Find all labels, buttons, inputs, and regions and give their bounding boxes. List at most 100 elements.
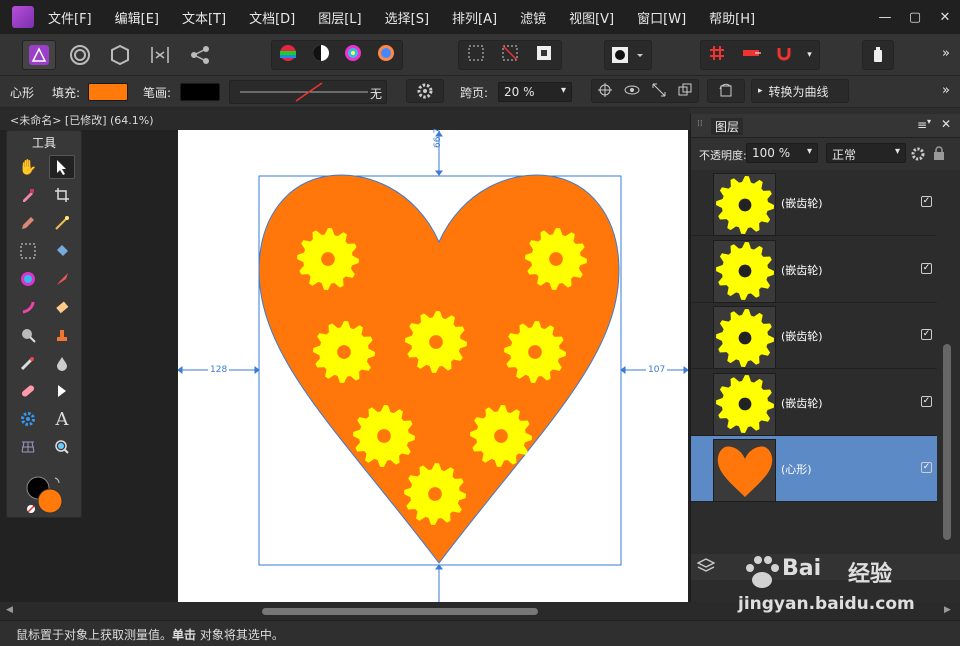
layer-row[interactable]: (嵌齿轮) ✓ <box>691 170 937 236</box>
menu-help[interactable]: 帮助[H] <box>709 8 755 27</box>
layer-row[interactable]: (心形) ✓ <box>691 436 937 502</box>
layer-visibility-checkbox[interactable]: ✓ <box>921 395 932 407</box>
fill-color-swatch[interactable] <box>88 83 128 101</box>
blend-mode-dropdown[interactable]: 正常 <box>826 143 906 163</box>
magic-wand-icon[interactable] <box>49 211 75 235</box>
gear-thumbnail-icon[interactable] <box>715 375 774 433</box>
crop-tool-icon[interactable] <box>49 183 75 207</box>
grid-icon[interactable] <box>708 44 726 66</box>
layer-visibility-checkbox[interactable]: ✓ <box>921 462 932 473</box>
brush-tool-icon[interactable] <box>49 267 75 291</box>
gear-shape-tool-icon[interactable] <box>15 407 41 431</box>
color-picker-tool-icon[interactable] <box>15 183 41 207</box>
lock-icon[interactable] <box>933 145 945 164</box>
gradient-tool-icon[interactable] <box>15 295 41 319</box>
layers-scrollbar[interactable] <box>943 344 951 540</box>
layer-visibility-checkbox[interactable]: ✓ <box>921 329 932 340</box>
color-wheel-icon[interactable] <box>344 44 362 66</box>
pen-tool-icon[interactable] <box>15 211 41 235</box>
align-icon[interactable] <box>741 44 761 66</box>
menu-select[interactable]: 选择[S] <box>385 8 429 27</box>
marquee-tool-icon[interactable] <box>15 239 41 263</box>
layer-row[interactable]: (嵌齿轮) ✓ <box>691 237 937 303</box>
maximize-icon[interactable]: ▢ <box>900 10 930 25</box>
opacity-dropdown[interactable]: 100 % <box>746 143 818 163</box>
transform-origin-icon[interactable] <box>535 44 553 66</box>
boolean-icon[interactable] <box>678 83 692 100</box>
layer-visibility-checkbox[interactable]: ✓ <box>921 262 932 274</box>
horizontal-scroll-thumb[interactable] <box>262 608 538 615</box>
scroll-right-icon[interactable]: ▶ <box>944 605 951 615</box>
toolbar-more-icon[interactable]: » <box>942 46 950 61</box>
menu-view[interactable]: 视图[V] <box>569 8 614 27</box>
menu-filters[interactable]: 滤镜 <box>520 8 546 27</box>
stroke-color-swatch[interactable] <box>180 83 220 101</box>
node-tool-icon[interactable] <box>49 379 75 403</box>
color-swatches[interactable] <box>25 475 65 515</box>
gear-thumbnail-icon[interactable] <box>715 308 774 367</box>
affinity-designer-logo-icon[interactable] <box>12 6 34 28</box>
designer-persona-icon[interactable] <box>22 40 56 70</box>
close-icon[interactable]: ✕ <box>930 10 960 25</box>
gear-thumbnail-icon[interactable] <box>715 175 774 234</box>
fill-bucket-icon[interactable] <box>49 239 75 263</box>
pixel-persona-icon[interactable] <box>62 40 98 70</box>
share-icon[interactable] <box>182 40 218 70</box>
layer-row[interactable]: (嵌齿轮) ✓ <box>691 370 937 436</box>
assistant-icon[interactable] <box>862 40 894 70</box>
bandage-tool-icon[interactable] <box>15 379 41 403</box>
menu-window[interactable]: 窗口[W] <box>637 8 686 27</box>
layer-settings-gear-icon[interactable] <box>911 146 925 165</box>
hand-tool-icon[interactable]: ✋ <box>15 155 41 179</box>
crosshair-icon[interactable] <box>598 82 612 100</box>
scroll-left-icon[interactable]: ◀ <box>6 605 13 615</box>
document-tab[interactable]: <未命名> [已修改] (64.1%) <box>0 108 690 130</box>
mesh-tool-icon[interactable] <box>15 435 41 459</box>
panel-grip-icon[interactable]: ⁞⁞ <box>697 119 703 129</box>
marquee-select-icon[interactable] <box>467 44 485 66</box>
stroke-settings-gear-icon[interactable] <box>406 79 444 103</box>
stamp-tool-icon[interactable] <box>49 323 75 347</box>
convert-to-curves-button[interactable]: ▸ 转换为曲线 <box>751 79 849 103</box>
panel-menu-icon[interactable]: ≡ <box>917 118 927 132</box>
magnet-icon[interactable] <box>775 44 793 66</box>
hsl-icon[interactable] <box>279 44 297 66</box>
panel-collapse-icon[interactable]: ▾ <box>927 117 931 126</box>
menu-edit[interactable]: 编辑[E] <box>115 8 159 27</box>
syringe-tool-icon[interactable] <box>15 351 41 375</box>
layer-row[interactable]: (嵌齿轮) ✓ <box>691 303 937 369</box>
snapping-icon[interactable] <box>142 40 178 70</box>
menu-layer[interactable]: 图层[L] <box>318 8 361 27</box>
export-persona-icon[interactable] <box>102 40 138 70</box>
zoom-tool-icon[interactable] <box>49 435 75 459</box>
resize-icon[interactable] <box>652 83 666 100</box>
layer-visibility-checkbox[interactable]: ✓ <box>921 196 932 207</box>
reset-rotation-icon[interactable] <box>707 79 745 103</box>
eraser-tool-icon[interactable] <box>49 295 75 319</box>
minimize-icon[interactable]: — <box>870 10 900 25</box>
gear-thumbnail-icon[interactable] <box>715 242 774 300</box>
color-wheel-tool-icon[interactable] <box>15 267 41 291</box>
layers-panel-title[interactable]: 图层 <box>711 118 744 135</box>
stroke-width-slider[interactable]: 无 <box>229 80 387 104</box>
blur-drop-icon[interactable] <box>49 351 75 375</box>
zoom-lens-icon[interactable] <box>15 323 41 347</box>
selection-mode-group <box>458 40 562 70</box>
canvas-page[interactable]: 66.7 128 107 <box>178 128 688 602</box>
gradient-icon[interactable] <box>377 44 395 66</box>
menu-file[interactable]: 文件[F] <box>48 8 92 27</box>
text-tool-icon[interactable]: A <box>49 407 75 431</box>
menu-arrange[interactable]: 排列[A] <box>452 8 497 27</box>
intersect-select-icon[interactable] <box>501 44 519 66</box>
contrast-icon[interactable] <box>312 44 330 66</box>
move-tool-icon[interactable] <box>49 155 75 179</box>
chevron-down-icon[interactable]: ▾ <box>807 50 812 60</box>
menu-document[interactable]: 文档[D] <box>249 8 295 27</box>
context-more-icon[interactable]: » <box>942 83 950 98</box>
panel-close-icon[interactable]: ✕ <box>941 117 951 131</box>
view-mode-dropdown[interactable] <box>604 40 652 70</box>
menu-text[interactable]: 文本[T] <box>182 8 226 27</box>
layers-stack-icon[interactable] <box>696 557 716 577</box>
zoom-dropdown[interactable]: 20 % <box>498 82 572 102</box>
eye-icon[interactable] <box>624 83 640 100</box>
